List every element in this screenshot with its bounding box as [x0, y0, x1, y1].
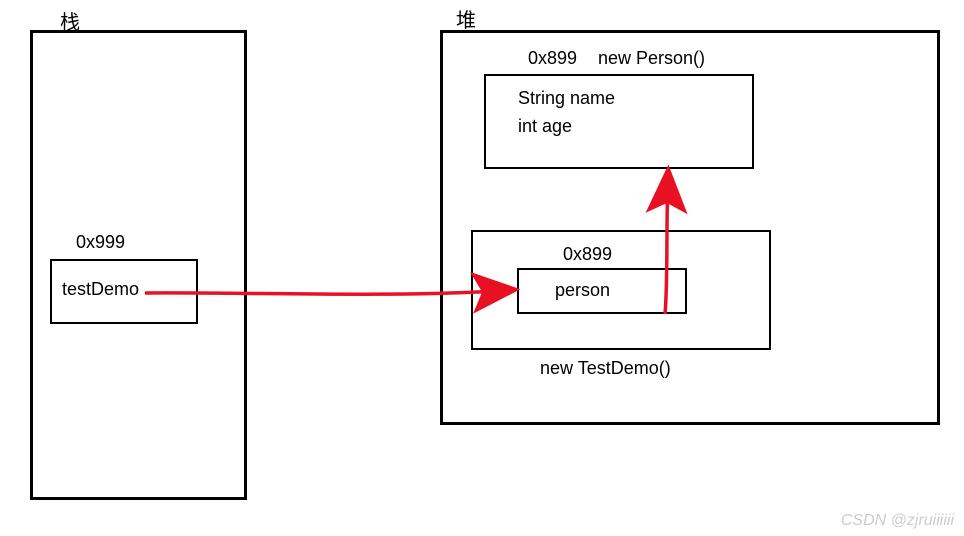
- person-constructor-label: new Person(): [598, 48, 705, 69]
- testdemo-inner-variable: person: [555, 280, 610, 301]
- watermark: CSDN @zjruiiiiii: [841, 512, 954, 530]
- heap-title: 堆: [456, 4, 476, 33]
- testdemo-inner-address: 0x899: [563, 244, 612, 265]
- stack-variable-label: testDemo: [62, 279, 139, 300]
- person-field2: int age: [518, 116, 572, 137]
- person-address-label: 0x899: [528, 48, 577, 69]
- stack-address-label: 0x999: [76, 232, 125, 253]
- testdemo-constructor-label: new TestDemo(): [540, 358, 671, 379]
- stack-variable-box: testDemo: [50, 259, 198, 324]
- person-field1: String name: [518, 88, 615, 109]
- person-object-box: String name int age: [484, 74, 754, 169]
- testdemo-inner-box: person: [517, 268, 687, 314]
